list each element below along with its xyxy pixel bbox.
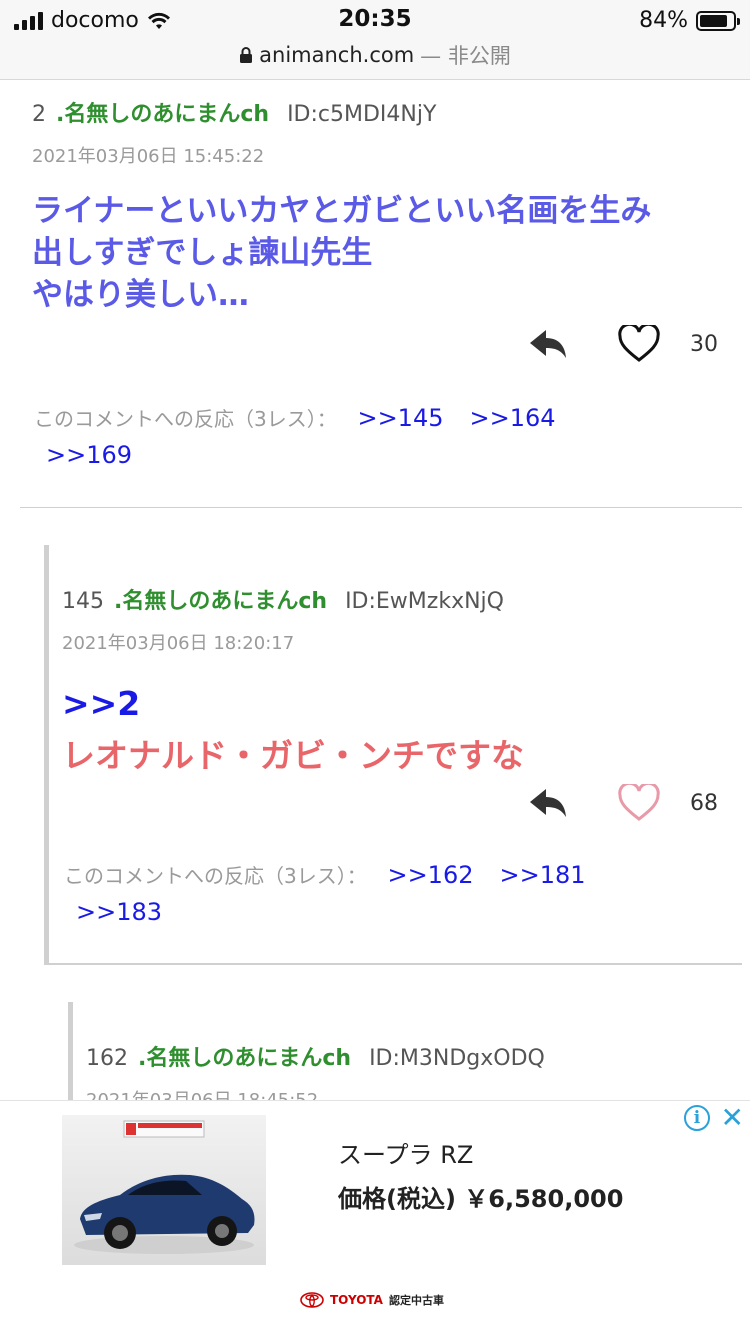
comment-header: 162 .名無しのあにまんch ID:M3NDgxODQ bbox=[86, 1040, 726, 1072]
reaction-link[interactable]: >>164 bbox=[469, 404, 555, 432]
reaction-link[interactable]: >>145 bbox=[357, 404, 443, 432]
like-count: 30 bbox=[690, 331, 718, 357]
reaction-link[interactable]: >>183 bbox=[76, 898, 162, 926]
comment-user-id: ID:EwMzkxNjQ bbox=[345, 589, 504, 614]
reaction-link[interactable]: >>169 bbox=[46, 441, 132, 469]
ad-brand-name: TOYOTA bbox=[330, 1293, 383, 1307]
comment-author: .名無しのあにまんch bbox=[138, 1046, 352, 1071]
anchor-link[interactable]: >>2 bbox=[62, 683, 722, 725]
reply-icon[interactable] bbox=[528, 786, 568, 820]
quote-border bbox=[44, 545, 49, 965]
comment-145: 145 .名無しのあにまんch ID:EwMzkxNjQ 2021年03月06日… bbox=[62, 583, 722, 777]
reactions-label: このコメントへの反応（3レス）： bbox=[64, 864, 367, 888]
url-bar[interactable]: animanch.com — 非公開 bbox=[0, 40, 750, 70]
reactions-label: このコメントへの反応（3レス）： bbox=[34, 407, 337, 431]
comment-2: 2 .名無しのあにまんch ID:c5MDI4NjY 2021年03月06日 1… bbox=[32, 96, 732, 316]
comment-author: .名無しのあにまんch bbox=[56, 102, 270, 127]
reply-icon[interactable] bbox=[528, 327, 568, 361]
comment-actions: 68 bbox=[528, 784, 718, 822]
heart-icon[interactable] bbox=[618, 325, 660, 363]
browser-status-bar: docomo 20:35 84% animanch.com — 非公開 bbox=[0, 0, 750, 80]
ad-price[interactable]: 価格(税込) ￥6,580,000 bbox=[338, 1179, 623, 1214]
car-illustration bbox=[74, 1120, 255, 1254]
comment-body-line: やはり美しい… bbox=[32, 277, 249, 313]
quote-border bbox=[68, 1002, 73, 1100]
quote-border bbox=[44, 963, 742, 965]
reaction-link[interactable]: >>162 bbox=[387, 861, 473, 889]
comment-header: 145 .名無しのあにまんch ID:EwMzkxNjQ bbox=[62, 583, 722, 615]
comment-actions: 30 bbox=[528, 325, 718, 363]
battery-icon bbox=[696, 10, 740, 31]
heart-icon[interactable] bbox=[618, 784, 660, 822]
comment-body-line: ライナーといいカヤとガビといい名画を生み bbox=[32, 193, 652, 229]
car-image[interactable] bbox=[62, 1115, 266, 1265]
like-count: 68 bbox=[690, 790, 718, 816]
comment-body-line: 出しすぎでしょ諫山先生 bbox=[32, 235, 373, 271]
comment-date: 2021年03月06日 15:45:22 bbox=[32, 146, 265, 167]
comment-author: .名無しのあにまんch bbox=[114, 589, 328, 614]
ad-close-icon[interactable]: ✕ bbox=[721, 1103, 744, 1133]
comment-user-id: ID:M3NDgxODQ bbox=[369, 1046, 545, 1071]
comment-body: >>2 レオナルド・ガビ・ンチですな bbox=[62, 683, 722, 777]
battery-percent: 84% bbox=[639, 8, 688, 33]
comment-body: ライナーといいカヤとガビといい名画を生み 出しすぎでしょ諫山先生 やはり美しい… bbox=[32, 190, 732, 316]
clock: 20:35 bbox=[338, 6, 412, 32]
comment-header: 2 .名無しのあにまんch ID:c5MDI4NjY bbox=[32, 96, 732, 128]
comment-number: 162 bbox=[86, 1046, 128, 1071]
comment-number: 145 bbox=[62, 589, 104, 614]
comment-date: 2021年03月06日 18:20:17 bbox=[62, 633, 295, 654]
comment-reactions: このコメントへの反応（3レス）： >>162 >>181 >>183 bbox=[64, 857, 724, 931]
lock-icon bbox=[240, 47, 253, 63]
ad-title[interactable]: スープラ RZ bbox=[338, 1135, 473, 1170]
ad-banner[interactable]: スープラ RZ 価格(税込) ￥6,580,000 i ✕ TOYOTA 認定中… bbox=[0, 1100, 750, 1334]
comment-number: 2 bbox=[32, 102, 46, 127]
ad-brand[interactable]: TOYOTA 認定中古車 bbox=[300, 1292, 444, 1308]
url-domain: animanch.com bbox=[259, 43, 415, 67]
reaction-link[interactable]: >>181 bbox=[499, 861, 585, 889]
url-private-label: — 非公開 bbox=[420, 44, 511, 68]
status-right: 84% bbox=[639, 8, 740, 33]
comment-user-id: ID:c5MDI4NjY bbox=[287, 102, 437, 127]
toyota-logo-icon bbox=[300, 1292, 324, 1308]
divider bbox=[20, 507, 742, 508]
ad-info-icon[interactable]: i bbox=[684, 1105, 710, 1131]
comment-reactions: このコメントへの反応（3レス）： >>145 >>164 >>169 bbox=[34, 400, 734, 474]
comment-body-line: レオナルド・ガビ・ンチですな bbox=[62, 736, 524, 775]
ad-brand-sub: 認定中古車 bbox=[388, 1294, 444, 1307]
